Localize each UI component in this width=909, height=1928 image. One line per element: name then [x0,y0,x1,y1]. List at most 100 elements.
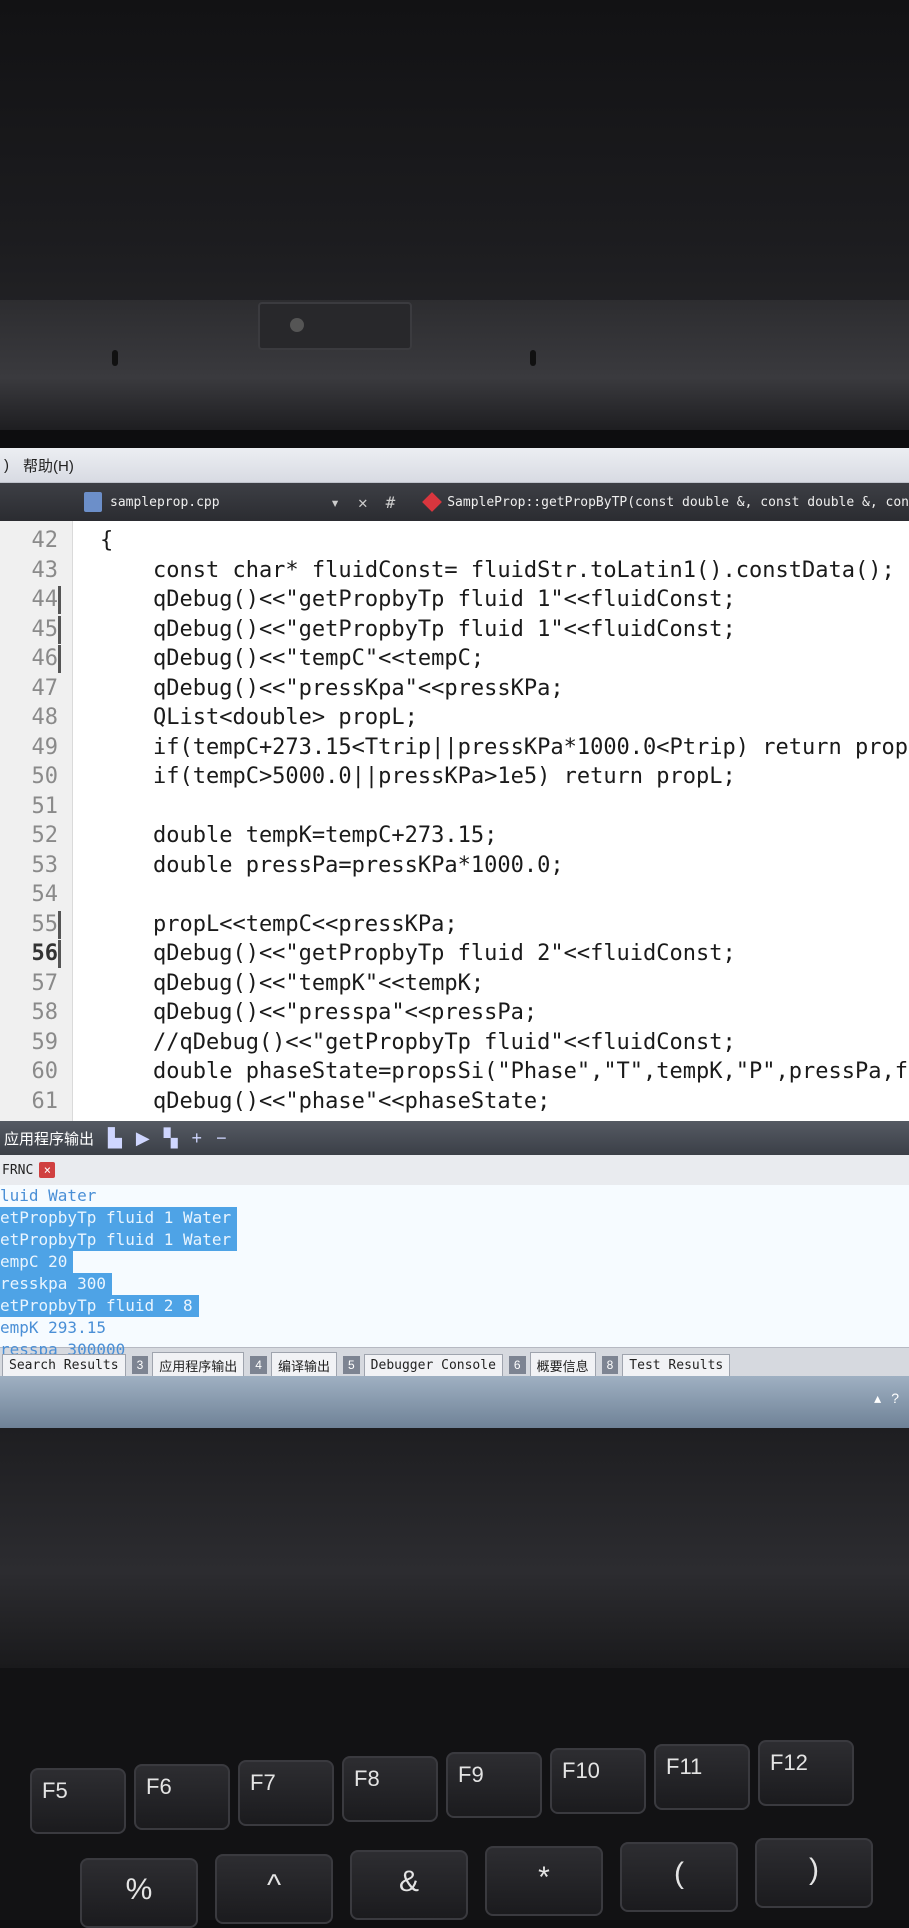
function-key[interactable]: F8 [342,1756,438,1822]
line-number: 43 [31,557,59,583]
vent-slot [112,350,118,366]
line-number: 46 [31,646,59,671]
code-editor[interactable]: 42 {43 const char* fluidConst= fluidStr.t… [0,521,909,1121]
change-marker [58,615,61,644]
stop-icon[interactable]: ▙ [108,1128,122,1149]
output-row: etPropbyTp fluid 1 Water [0,1207,909,1229]
line-number: 55 [31,911,59,937]
output-row: empC 20 [0,1251,909,1273]
bottom-tab[interactable]: Search Results [2,1353,126,1377]
output-line: resskpa 300 [0,1273,112,1295]
output-row: etPropbyTp fluid 2 8 [0,1295,909,1317]
monitor-screen: ) 帮助(H) sampleprop.cpp ▾ ✕ # SampleProp:… [0,448,909,1428]
close-icon[interactable]: ✕ [358,493,368,512]
code-text: { [100,528,114,553]
output-line: etPropbyTp fluid 1 Water [0,1229,238,1251]
bottom-tab[interactable]: 6 概要信息 [508,1351,596,1379]
attach-icon[interactable]: ▚ [164,1128,178,1149]
code-text: double tempK=tempC+273.15; [100,823,498,848]
symbol-icon [422,492,443,512]
editor-tab-bar: sampleprop.cpp ▾ ✕ # SampleProp::getProp… [0,483,909,521]
line-number: 59 [31,1029,59,1055]
code-text: qDebug()<<"getPropbyTp fluid 2"<<fluidCo… [100,941,736,966]
bottom-tab-label: Test Results [622,1353,731,1377]
bottom-tab[interactable]: 8 Test Results [601,1353,731,1377]
cpp-file-icon [84,492,102,512]
code-text: qDebug()<<"tempK"<<tempK; [100,970,485,996]
line-number: 53 [31,852,59,878]
tray-arrow-icon[interactable]: ▴ [874,1390,881,1407]
symbol-key[interactable]: ) [755,1838,873,1908]
symbol-key[interactable]: ^ [215,1854,333,1924]
symbol-key[interactable]: % [80,1858,198,1928]
bottom-tab-number: 4 [250,1356,267,1374]
output-line: luid Water [0,1186,97,1205]
bottom-tab-number: 6 [508,1356,526,1374]
symbol-key[interactable]: & [350,1850,468,1920]
add-button[interactable]: + [192,1128,203,1149]
change-marker [58,940,61,968]
code-text: QList<double> propL; [100,705,418,730]
bottom-tab-number: 5 [342,1356,360,1374]
line-number: 48 [31,705,59,730]
hash-icon[interactable]: # [386,493,396,512]
function-key[interactable]: F12 [758,1740,854,1806]
run-icon[interactable]: ▶ [136,1128,150,1149]
bottom-tab[interactable]: 5 Debugger Console [342,1353,503,1377]
menu-bar: ) 帮助(H) [0,448,909,483]
bottom-tab-label: 概要信息 [529,1351,596,1379]
line-number: 60 [31,1059,59,1084]
line-number: 42 [31,528,59,553]
menu-item-partial[interactable]: ) [4,457,9,474]
remove-button[interactable]: − [216,1128,227,1149]
code-text: qDebug()<<"pressKpa"<<pressKPa; [100,675,564,701]
output-row: luid Water [0,1185,909,1207]
symbol-key[interactable]: * [485,1846,603,1916]
dropdown-icon[interactable]: ▾ [330,493,340,512]
file-tab[interactable]: sampleprop.cpp [0,492,250,512]
line-number: 58 [31,1000,59,1025]
code-text: qDebug()<<"presspa"<<pressPa; [100,1000,538,1025]
output-tab[interactable]: FRNC × [0,1155,909,1185]
function-key[interactable]: F5 [30,1768,126,1834]
bottom-tab[interactable]: 4 编译输出 [250,1351,337,1379]
close-icon[interactable]: × [39,1162,56,1178]
code-text: //qDebug()<<"getPropbyTp fluid"<<fluidCo… [100,1029,736,1055]
line-number: 44 [31,587,59,612]
function-key[interactable]: F10 [550,1748,646,1814]
code-text: double phaseState=propsSi("Phase","T",te… [100,1059,908,1084]
tab-controls: ▾ ✕ # [250,493,395,512]
output-row: etPropbyTp fluid 1 Water [0,1229,909,1251]
line-number: 49 [31,734,59,760]
function-key[interactable]: F9 [446,1752,542,1818]
file-tab-label: sampleprop.cpp [110,494,220,510]
change-marker [58,910,61,939]
output-panel-header: 应用程序输出 ▙ ▶ ▚ + − [0,1121,909,1155]
output-line: etPropbyTp fluid 2 8 [0,1295,199,1317]
code-text: qDebug()<<"getPropbyTp fluid 1"<<fluidCo… [100,616,736,642]
bottom-tab[interactable]: 3 应用程序输出 [131,1351,245,1379]
output-tab-label: FRNC [2,1162,34,1178]
change-marker [58,645,61,673]
camera-housing [258,302,412,350]
output-line: empK 293.15 [0,1318,106,1337]
menu-item-help[interactable]: 帮助(H) [23,455,74,476]
help-icon[interactable]: ? [891,1390,899,1407]
function-key[interactable]: F7 [238,1760,334,1826]
output-line: etPropbyTp fluid 1 Water [0,1207,238,1229]
code-text: if(tempC>5000.0||pressKPa>1e5) return pr… [100,764,736,789]
line-number: 56 [31,941,59,966]
code-text: double pressPa=pressKPa*1000.0; [100,852,564,878]
symbol-selector[interactable]: SampleProp::getPropByTP(const double &, … [395,492,909,512]
vent-slot [530,350,536,366]
function-key[interactable]: F11 [654,1744,750,1810]
code-text: qDebug()<<"tempC"<<tempC; [100,646,485,671]
function-key[interactable]: F6 [134,1764,230,1830]
bottom-tab-number: 8 [601,1356,619,1374]
symbol-key[interactable]: ( [620,1842,738,1912]
symbol-selector-label: SampleProp::getPropByTP(const double &, … [447,494,909,510]
bottom-tab-number: 3 [131,1356,149,1374]
application-output[interactable]: luid Water etPropbyTp fluid 1 Water etProp… [0,1185,909,1359]
code-text: qDebug()<<"getPropbyTp fluid 1"<<fluidCo… [100,587,736,612]
laptop-hinge [0,300,909,430]
